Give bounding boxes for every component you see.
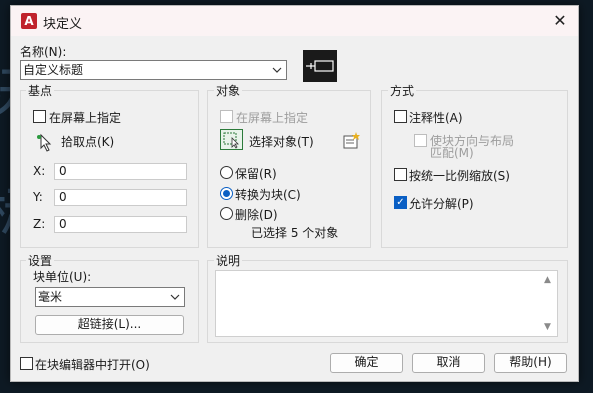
scale-uniformly-checkbox[interactable] xyxy=(394,168,407,181)
dialog-title: 块定义 xyxy=(43,17,83,32)
autocad-app-icon: A xyxy=(21,13,37,29)
retain-radio[interactable] xyxy=(220,166,233,179)
scroll-up-icon[interactable]: ▲ xyxy=(544,275,551,285)
help-button[interactable]: 帮助(H) xyxy=(494,353,567,373)
convert-to-block-label: 转换为块(C) xyxy=(235,188,301,202)
y-label: Y: xyxy=(33,190,43,204)
ok-button-label: 确定 xyxy=(354,355,379,369)
quick-select-icon xyxy=(343,132,360,149)
base-point-group-label: 基点 xyxy=(26,82,55,99)
chevron-down-icon xyxy=(170,288,180,313)
allow-exploding-label: 允许分解(P) xyxy=(409,197,474,211)
selected-count-text: 已选择 5 个对象 xyxy=(251,226,339,240)
objects-specify-on-screen-checkbox[interactable] xyxy=(220,110,233,123)
ok-button[interactable]: 确定 xyxy=(330,353,403,373)
hyperlink-button-label: 超链接(L)... xyxy=(77,317,142,331)
y-value: 0 xyxy=(59,190,67,204)
description-group-label: 说明 xyxy=(214,252,243,269)
help-button-label: 帮助(H) xyxy=(509,355,552,369)
allow-exploding-checkbox[interactable]: ✓ xyxy=(394,196,407,209)
pick-point-icon xyxy=(37,133,52,152)
select-objects-button[interactable] xyxy=(220,129,243,150)
base-point-specify-on-screen-checkbox[interactable] xyxy=(33,110,46,123)
scale-uniformly-label: 按统一比例缩放(S) xyxy=(409,169,510,183)
convert-to-block-radio[interactable] xyxy=(220,187,233,200)
title-bar: A 块定义 ✕ xyxy=(11,6,578,36)
quick-select-button[interactable] xyxy=(342,130,362,152)
name-label: 名称(N): xyxy=(20,45,67,59)
z-value: 0 xyxy=(59,217,67,231)
objects-group-label: 对象 xyxy=(214,82,243,99)
pick-point-label[interactable]: 拾取点(K) xyxy=(61,133,114,150)
x-input[interactable]: 0 xyxy=(54,163,187,180)
match-orientation-checkbox[interactable] xyxy=(414,134,427,147)
retain-label: 保留(R) xyxy=(235,167,277,181)
description-scrollbar[interactable]: ▲ ▼ xyxy=(541,271,557,336)
base-point-specify-on-screen-label: 在屏幕上指定 xyxy=(49,111,122,125)
z-input[interactable]: 0 xyxy=(54,216,187,233)
select-objects-label[interactable]: 选择对象(T) xyxy=(249,133,314,150)
name-value: 自定义标题 xyxy=(23,63,84,77)
y-input[interactable]: 0 xyxy=(54,189,187,206)
open-in-block-editor-label: 在块编辑器中打开(O) xyxy=(35,358,150,372)
block-unit-value: 毫米 xyxy=(38,290,63,304)
cancel-button-label: 取消 xyxy=(436,355,461,369)
x-label: X: xyxy=(33,164,46,178)
scroll-down-icon[interactable]: ▼ xyxy=(544,322,551,332)
annotative-label: 注释性(A) xyxy=(409,111,463,125)
annotative-checkbox[interactable] xyxy=(394,110,407,123)
behavior-group-label: 方式 xyxy=(388,82,417,99)
name-combobox[interactable]: 自定义标题 xyxy=(20,60,287,80)
block-definition-dialog: A 块定义 ✕ 名称(N): 自定义标题 基点 在屏幕上指定 拾取点(K) X:… xyxy=(10,5,579,382)
cancel-button[interactable]: 取消 xyxy=(412,353,485,373)
block-unit-label: 块单位(U): xyxy=(33,270,92,284)
close-button[interactable]: ✕ xyxy=(542,6,578,36)
z-label: Z: xyxy=(33,217,46,231)
settings-group-label: 设置 xyxy=(26,252,55,269)
block-preview-icon xyxy=(303,50,337,82)
x-value: 0 xyxy=(59,164,67,178)
description-textarea[interactable]: ▲ ▼ xyxy=(215,270,558,337)
delete-label: 删除(D) xyxy=(235,208,278,222)
block-unit-combobox[interactable]: 毫米 xyxy=(35,287,185,307)
open-in-block-editor-checkbox[interactable] xyxy=(20,357,33,370)
match-orientation-label-line2: 匹配(M) xyxy=(430,146,474,160)
pick-point-button[interactable] xyxy=(33,130,53,152)
chevron-down-icon xyxy=(272,61,282,86)
delete-radio[interactable] xyxy=(220,207,233,220)
hyperlink-button[interactable]: 超链接(L)... xyxy=(35,315,184,335)
close-icon: ✕ xyxy=(553,11,567,30)
select-objects-icon xyxy=(223,132,239,149)
objects-specify-on-screen-label: 在屏幕上指定 xyxy=(236,111,309,125)
